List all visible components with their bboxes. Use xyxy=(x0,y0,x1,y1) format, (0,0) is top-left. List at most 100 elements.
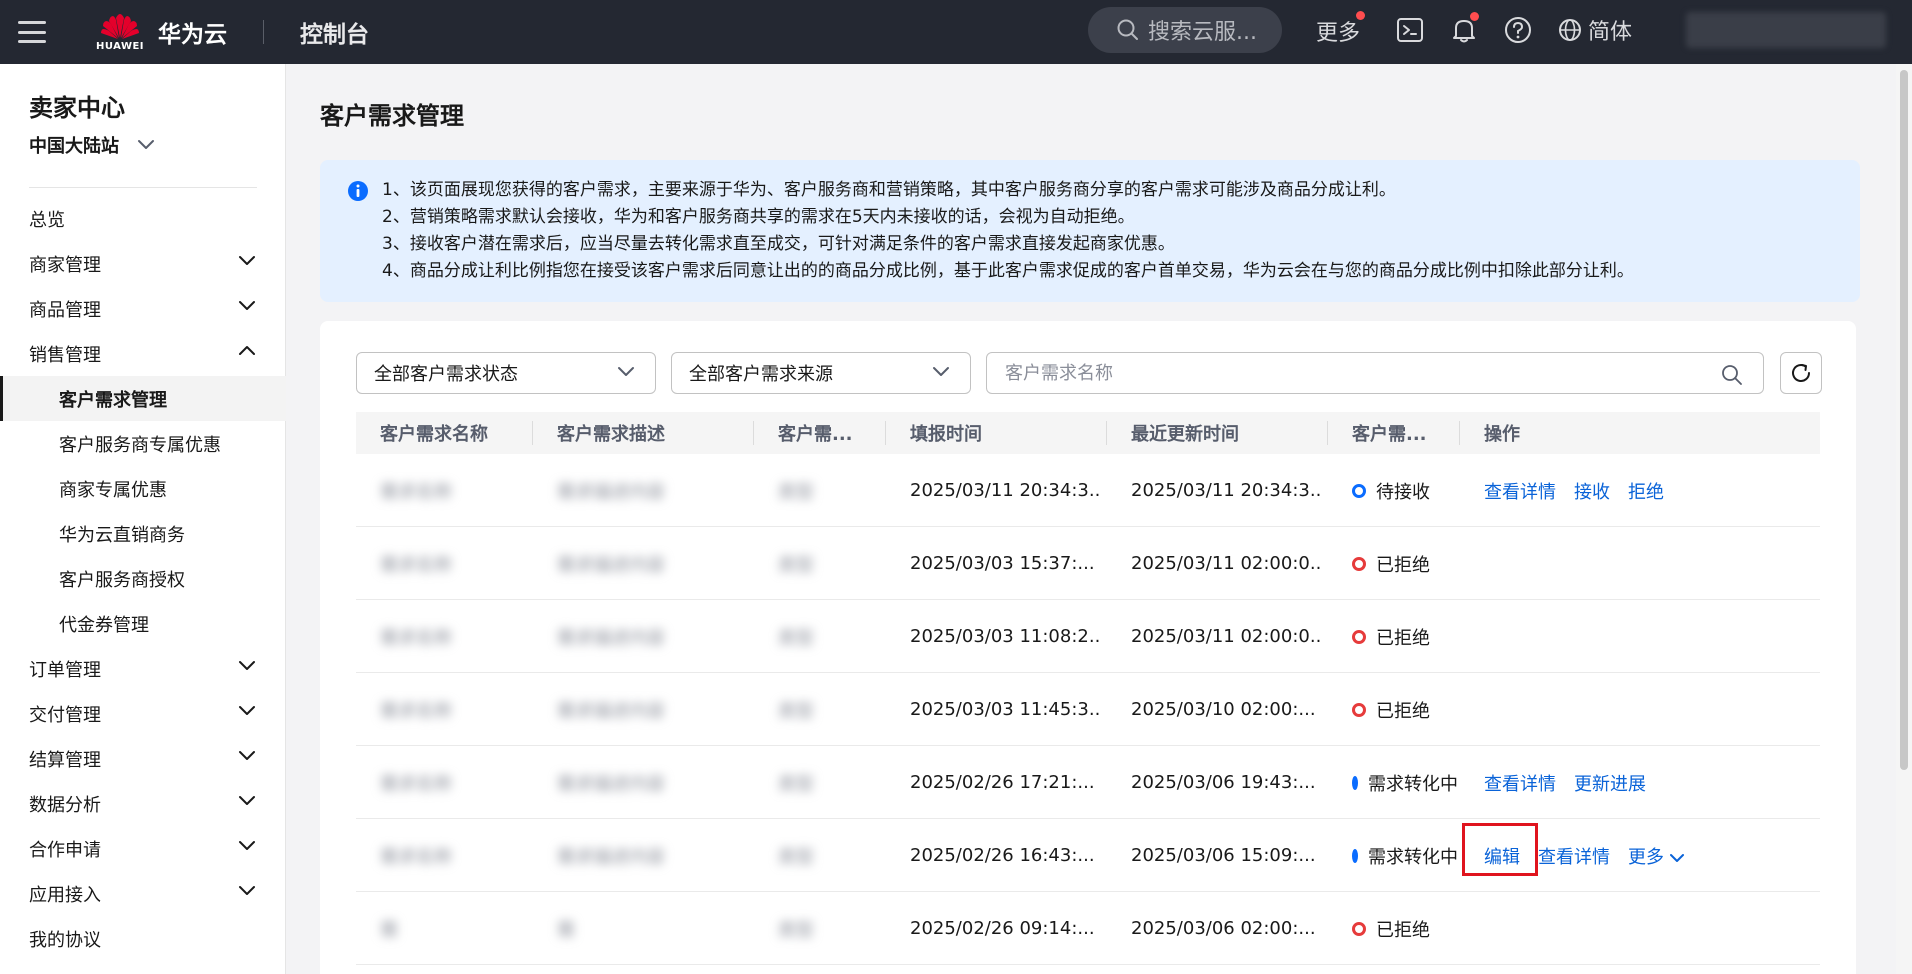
cell-name: 需 xyxy=(380,919,398,941)
table-row[interactable]: 需 需 类型 2025/02/26 09:14:... 2025/03/06 02:00… xyxy=(356,892,1820,965)
chevron-down-icon xyxy=(1669,853,1684,862)
view-details-link[interactable]: 查看详情 xyxy=(1484,478,1556,504)
huawei-logo[interactable]: HUAWEI xyxy=(95,12,145,52)
cell-name: 需求名称 xyxy=(380,700,452,722)
logo-text: HUAWEI xyxy=(95,41,145,52)
more-actions-link[interactable]: 更多 xyxy=(1628,843,1684,869)
column-header-filed-time[interactable]: 填报时间 xyxy=(910,412,982,454)
table-row[interactable]: 需求名称 需求描述内容 类型 2025/02/26 17:21:... 2025/03/… xyxy=(356,746,1820,819)
terminal-icon[interactable] xyxy=(1394,14,1426,46)
sidebar-item-label: 商家专属优惠 xyxy=(59,479,167,501)
cell-filed-time: 2025/03/03 15:37:... xyxy=(910,553,1095,574)
refresh-icon xyxy=(1792,364,1810,382)
search-icon xyxy=(1117,19,1138,40)
sidebar-item[interactable]: 应用接入 xyxy=(0,871,286,916)
sidebar-item[interactable]: 代金券管理 xyxy=(0,601,286,646)
sidebar-item[interactable]: 总览 xyxy=(0,196,286,241)
table-row[interactable]: 需求名称 需求描述内容 类型 2025/03/03 15:37:... 2025/03/… xyxy=(356,527,1820,600)
cell-type: 类型 xyxy=(778,846,814,868)
bell-icon[interactable] xyxy=(1448,12,1480,46)
column-header-description[interactable]: 客户需求描述 xyxy=(557,412,665,454)
info-notice: 1、该页面展现您获得的客户需求，主要来源于华为、客户服务商和营销策略，其中客户服… xyxy=(320,160,1860,302)
accept-link[interactable]: 接收 xyxy=(1574,478,1610,504)
cell-type: 类型 xyxy=(778,481,814,503)
page-title: 客户需求管理 xyxy=(320,102,464,130)
status-dot xyxy=(1352,629,1366,644)
column-header-type[interactable]: 客户需... xyxy=(778,412,853,454)
sidebar-item[interactable]: 商家专属优惠 xyxy=(0,466,286,511)
cell-description: 需求描述内容 xyxy=(557,700,665,722)
sidebar-item-label: 总览 xyxy=(29,209,65,231)
column-divider xyxy=(753,421,754,445)
table-row[interactable]: 需求名称 需求描述内容 类型 2025/03/11 20:34:3... 2025/03… xyxy=(356,454,1820,527)
column-header-status[interactable]: 客户需... xyxy=(1352,412,1427,454)
sidebar-item-label: 商家管理 xyxy=(29,254,101,276)
chevron-down-icon xyxy=(239,661,255,670)
sidebar-item[interactable]: 客户服务商专属优惠 xyxy=(0,421,286,466)
cell-filed-time: 2025/02/26 16:43:... xyxy=(910,845,1095,866)
sidebar-item[interactable]: 客户需求管理 xyxy=(0,376,286,421)
refresh-button[interactable] xyxy=(1780,352,1822,394)
sidebar-item[interactable]: 商品管理 xyxy=(0,286,286,331)
brand-name[interactable]: 华为云 xyxy=(158,15,227,49)
view-details-link-label: 查看详情 xyxy=(1484,481,1556,503)
region-label: 中国大陆站 xyxy=(29,136,119,157)
view-details-link[interactable]: 查看详情 xyxy=(1484,770,1556,796)
cell-type: 类型 xyxy=(778,773,814,795)
console-link[interactable]: 控制台 xyxy=(300,15,369,49)
table-row[interactable]: 需求名称 需求描述内容 类型 2025/03/03 11:08:2... 2025/03… xyxy=(356,600,1820,673)
cell-filed-time: 2025/03/03 11:08:2... xyxy=(910,626,1100,647)
search-icon[interactable] xyxy=(1721,364,1743,386)
cell-actions: 查看详情 更新进展 xyxy=(1484,746,1814,819)
cell-name: 需求名称 xyxy=(380,773,452,795)
reject-link[interactable]: 拒绝 xyxy=(1628,478,1664,504)
view-details-link[interactable]: 查看详情 xyxy=(1538,843,1610,869)
account-menu[interactable] xyxy=(1686,12,1886,48)
sidebar-nav: 总览商家管理商品管理 销售管理客户需求管理客户服务商专属优惠 商家专属优惠华为云直销… xyxy=(0,196,286,961)
cell-type: 类型 xyxy=(778,700,814,722)
sidebar-item[interactable]: 客户服务商授权 xyxy=(0,556,286,601)
status-label: 需求转化中 xyxy=(1368,846,1458,868)
info-icon xyxy=(348,181,368,201)
menu-icon[interactable] xyxy=(18,21,46,43)
source-filter-select[interactable]: 全部客户需求来源 xyxy=(671,352,971,394)
cell-filed-time: 2025/02/26 09:14:... xyxy=(910,918,1095,939)
topbar-divider xyxy=(263,20,264,44)
sidebar-item[interactable]: 销售管理 xyxy=(0,331,286,376)
chevron-down-icon xyxy=(239,886,255,895)
cell-actions xyxy=(1484,892,1814,965)
more-actions-link-label: 更多 xyxy=(1628,846,1664,868)
table-row[interactable]: 需求名称 需求描述内容 类型 2025/02/26 16:43:... 2025/03/… xyxy=(356,819,1820,892)
sidebar-item-label: 客户服务商授权 xyxy=(59,569,185,591)
language-switch[interactable]: 简体 xyxy=(1558,14,1632,46)
more-menu[interactable]: 更多 xyxy=(1316,11,1365,47)
cell-name: 需求名称 xyxy=(380,554,452,576)
status-filter-select[interactable]: 全部客户需求状态 xyxy=(356,352,656,394)
sidebar-item[interactable]: 数据分析 xyxy=(0,781,286,826)
table-row[interactable]: 需求名称 需求描述内容 类型 2025/03/03 11:45:3... 2025/03… xyxy=(356,673,1820,746)
sidebar-item-label: 客户需求管理 xyxy=(59,389,167,411)
sidebar-item[interactable]: 合作申请 xyxy=(0,826,286,871)
update-progress-link[interactable]: 更新进展 xyxy=(1574,770,1646,796)
column-divider xyxy=(532,421,533,445)
sidebar-item[interactable]: 商家管理 xyxy=(0,241,286,286)
column-header-name[interactable]: 客户需求名称 xyxy=(380,412,488,454)
page-scrollbar[interactable] xyxy=(1896,64,1912,974)
global-search[interactable]: 搜索云服... xyxy=(1088,7,1282,53)
help-icon[interactable] xyxy=(1502,14,1534,46)
sidebar-item[interactable]: 交付管理 xyxy=(0,691,286,736)
source-filter-value: 全部客户需求来源 xyxy=(689,364,833,385)
sidebar-item-label: 客户服务商专属优惠 xyxy=(59,434,221,456)
sidebar-item[interactable]: 华为云直销商务 xyxy=(0,511,286,556)
sidebar-item[interactable]: 结算管理 xyxy=(0,736,286,781)
sidebar-item-label: 代金券管理 xyxy=(59,614,149,636)
region-selector[interactable]: 中国大陆站 xyxy=(29,132,155,158)
scrollbar-thumb[interactable] xyxy=(1900,70,1908,770)
column-header-updated-time[interactable]: 最近更新时间 xyxy=(1131,412,1239,454)
sidebar-item[interactable]: 我的协议 xyxy=(0,916,286,961)
demand-search-field[interactable] xyxy=(986,352,1764,394)
cell-type: 类型 xyxy=(778,919,814,941)
sidebar-item[interactable]: 订单管理 xyxy=(0,646,286,691)
chevron-down-icon xyxy=(239,796,255,805)
demand-search-input[interactable] xyxy=(1005,362,1705,384)
